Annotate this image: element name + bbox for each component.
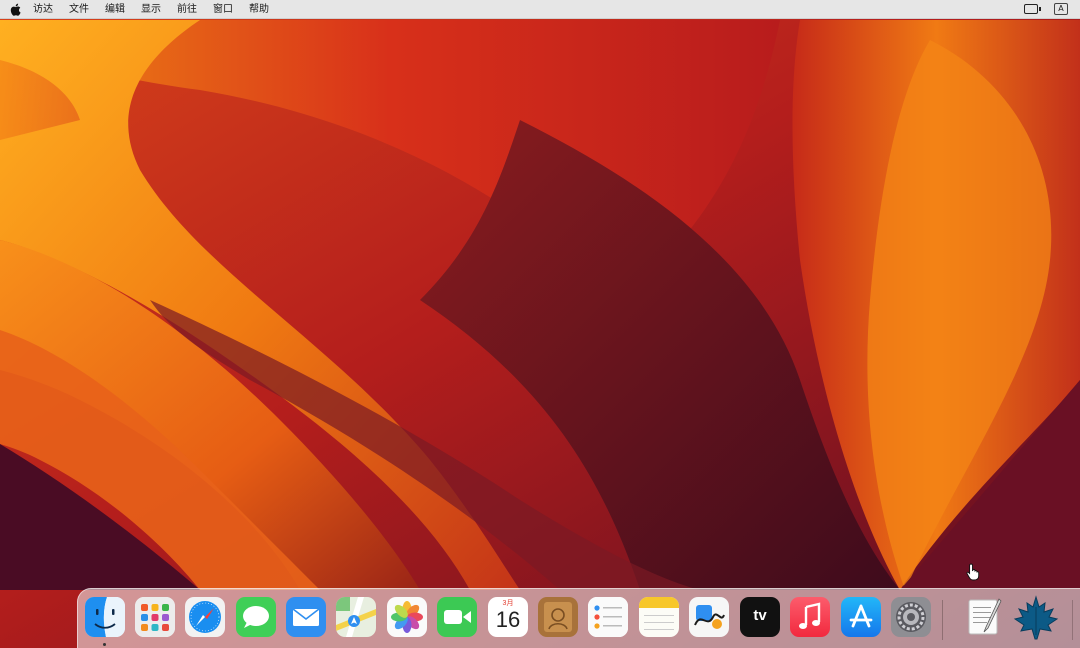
screen-mirroring-icon[interactable]: [1024, 4, 1041, 14]
maps-icon[interactable]: [336, 597, 376, 637]
maple-leaf-icon[interactable]: [1013, 595, 1059, 641]
calendar-icon[interactable]: 3月 16: [488, 597, 528, 637]
notes-icon[interactable]: [639, 597, 679, 637]
hand-cursor-icon: [966, 563, 980, 581]
music-icon[interactable]: [790, 597, 830, 637]
menu-finder[interactable]: 访达: [32, 0, 54, 19]
photos-icon[interactable]: [387, 597, 427, 637]
menu-go[interactable]: 前往: [176, 0, 198, 19]
menu-window[interactable]: 窗口: [212, 0, 234, 19]
menu-view[interactable]: 显示: [140, 0, 162, 19]
contacts-icon[interactable]: [538, 597, 578, 637]
input-source-icon[interactable]: A: [1054, 3, 1068, 15]
calendar-day: 16: [495, 607, 521, 632]
messages-icon[interactable]: [236, 597, 276, 637]
menu-file[interactable]: 文件: [68, 0, 90, 19]
running-indicator: [103, 643, 106, 646]
system-settings-icon[interactable]: [891, 597, 931, 637]
app-store-icon[interactable]: [841, 597, 881, 637]
apple-logo-icon[interactable]: [8, 2, 22, 16]
apple-tv-label: tv: [753, 607, 767, 624]
apple-tv-icon[interactable]: tv: [740, 597, 780, 637]
reminders-icon[interactable]: [588, 597, 628, 637]
textedit-icon[interactable]: [964, 597, 1004, 637]
menu-help[interactable]: 帮助: [248, 0, 270, 19]
facetime-icon[interactable]: [437, 597, 477, 637]
dock-separator: [942, 600, 943, 640]
menu-edit[interactable]: 编辑: [104, 0, 126, 19]
desktop-wallpaper: [0, 0, 1080, 648]
finder-icon[interactable]: [85, 597, 125, 637]
mail-icon[interactable]: [286, 597, 326, 637]
freeform-icon[interactable]: [689, 597, 729, 637]
menu-bar: 访达 文件 编辑 显示 前往 窗口 帮助 A: [0, 0, 1080, 19]
safari-icon[interactable]: [185, 597, 225, 637]
dock-separator-end: [1072, 600, 1073, 640]
launchpad-icon[interactable]: [135, 597, 175, 637]
